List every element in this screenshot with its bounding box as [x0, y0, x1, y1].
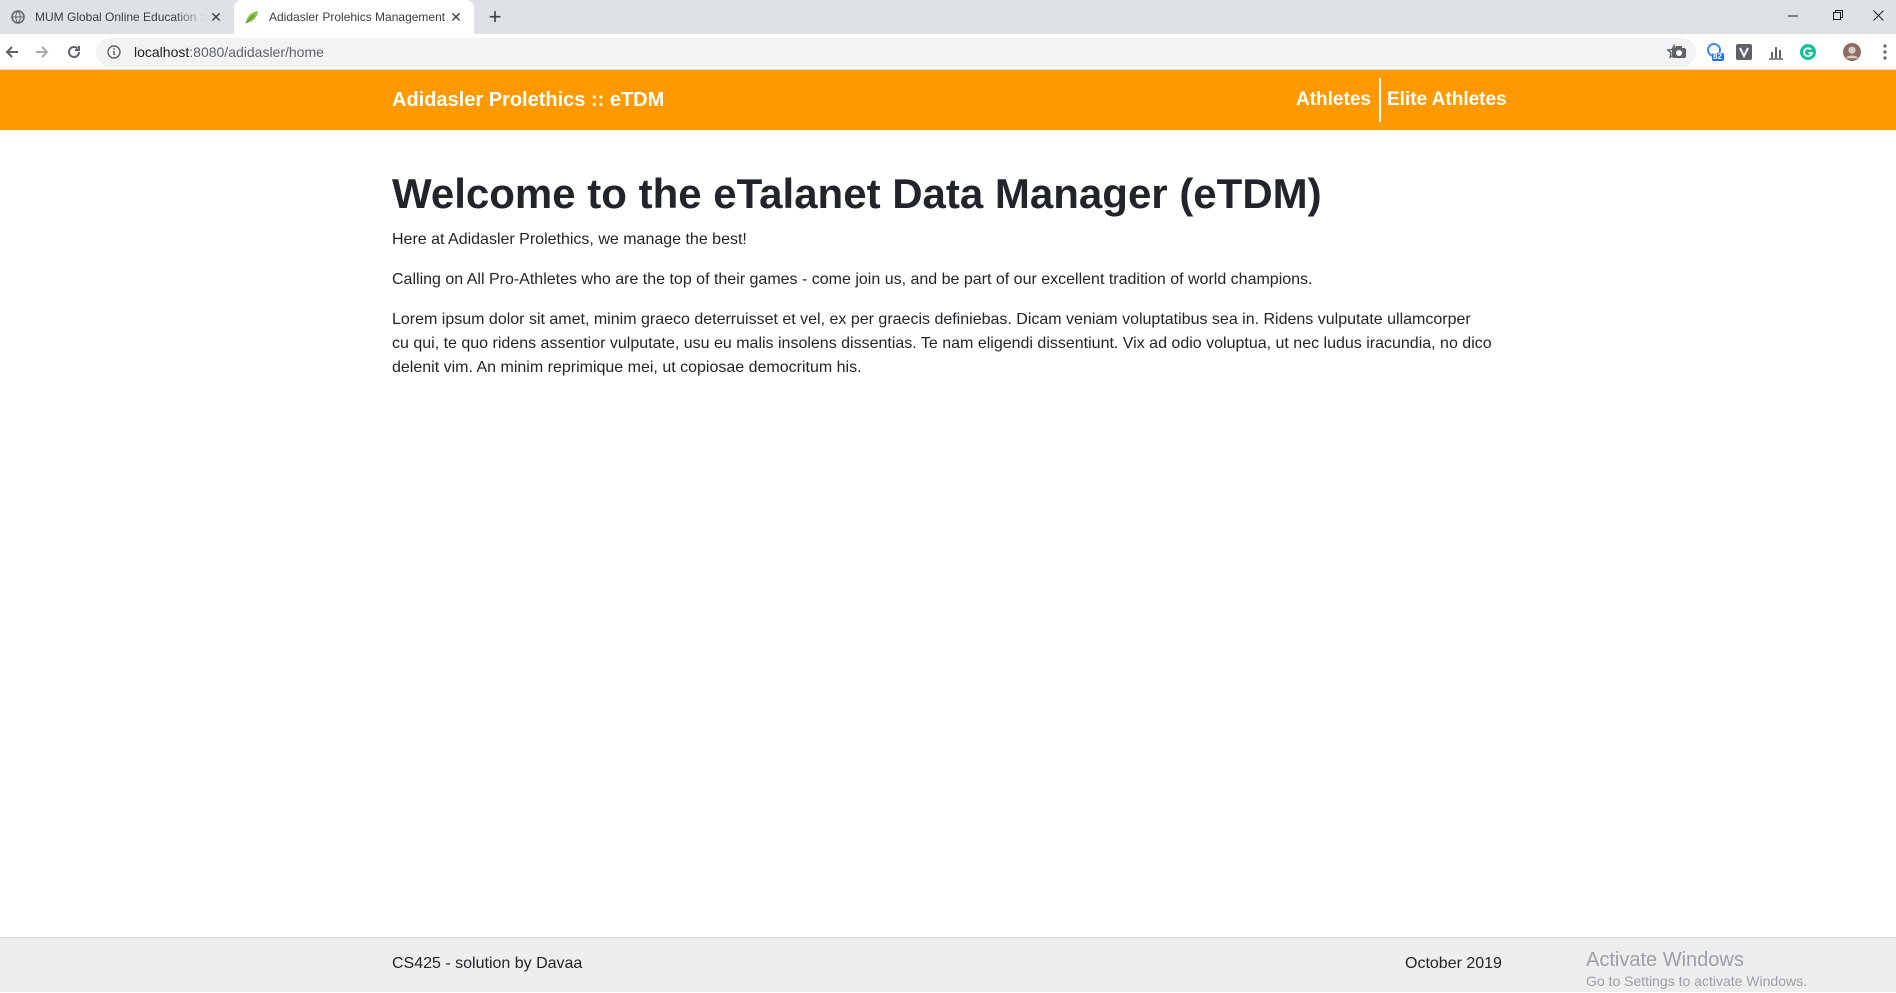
- main-nav: Athletes Elite Athletes: [1290, 78, 1515, 122]
- footer-date: October 2019: [1405, 955, 1502, 972]
- close-tab-icon[interactable]: ✕: [208, 9, 224, 25]
- site-footer: CS425 - solution by Davaa October 2019 A…: [0, 937, 1896, 992]
- close-tab-icon[interactable]: ✕: [448, 9, 464, 25]
- tab-strip: MUM Global Online Education :: C ✕ Adida…: [0, 0, 1896, 34]
- brand-link[interactable]: Adidasler Prolethics :: eTDM: [392, 70, 664, 130]
- callout-paragraph: Calling on All Pro-Athletes who are the …: [392, 271, 1313, 288]
- nav-elite-athletes[interactable]: Elite Athletes: [1381, 82, 1515, 118]
- site-header: Adidasler Prolethics :: eTDM Athletes El…: [0, 70, 1896, 130]
- footer-credit: CS425 - solution by Davaa: [392, 955, 583, 972]
- lorem-paragraph: Lorem ipsum dolor sit amet, minim graeco…: [392, 311, 1492, 376]
- reload-icon[interactable]: [62, 40, 86, 64]
- close-window-icon[interactable]: [1860, 0, 1896, 30]
- grammarly-icon[interactable]: [1799, 43, 1817, 61]
- url-host: localhost: [134, 44, 190, 60]
- nav-athletes[interactable]: Athletes: [1290, 82, 1379, 118]
- main-content: Welcome to the eTalanet Data Manager (eT…: [392, 168, 1492, 396]
- tab-title: Adidasler Prolehics Management: [269, 10, 446, 24]
- address-bar[interactable]: localhost:8080/adidasler/home: [96, 38, 1696, 66]
- tab-mum-global[interactable]: MUM Global Online Education :: C ✕: [0, 0, 234, 34]
- browser-toolbar: localhost:8080/adidasler/home 82: [0, 34, 1896, 70]
- extension-badge-icon[interactable]: 82: [1706, 43, 1724, 61]
- menu-dots-icon[interactable]: [1876, 43, 1894, 61]
- activate-windows-title: Activate Windows: [1586, 949, 1744, 971]
- new-tab-icon[interactable]: +: [482, 4, 508, 29]
- chart-extension-icon[interactable]: [1767, 43, 1785, 61]
- activate-windows-watermark: Activate Windows Go to Settings to activ…: [1586, 948, 1807, 990]
- activate-windows-subtitle: Go to Settings to activate Windows.: [1586, 973, 1807, 989]
- back-icon[interactable]: [0, 40, 24, 64]
- intro-paragraph: Here at Adidasler Prolethics, we manage …: [392, 231, 747, 248]
- extension-badge-count: 82: [1713, 52, 1722, 61]
- v-extension-icon[interactable]: [1735, 43, 1753, 61]
- globe-icon: [10, 9, 26, 25]
- restore-icon[interactable]: [1815, 0, 1861, 30]
- tab-title: MUM Global Online Education :: C: [35, 10, 208, 24]
- camera-extension-icon[interactable]: [1670, 43, 1688, 61]
- info-icon[interactable]: [106, 44, 122, 60]
- page-title: Welcome to the eTalanet Data Manager (eT…: [392, 170, 1322, 217]
- leaf-icon: [244, 9, 260, 25]
- profile-avatar-icon[interactable]: [1843, 43, 1861, 61]
- forward-icon[interactable]: [30, 40, 54, 64]
- minimize-icon[interactable]: [1770, 0, 1816, 30]
- url-path: :8080/adidasler/home: [189, 44, 324, 60]
- tab-adidasler[interactable]: Adidasler Prolehics Management ✕: [234, 0, 474, 34]
